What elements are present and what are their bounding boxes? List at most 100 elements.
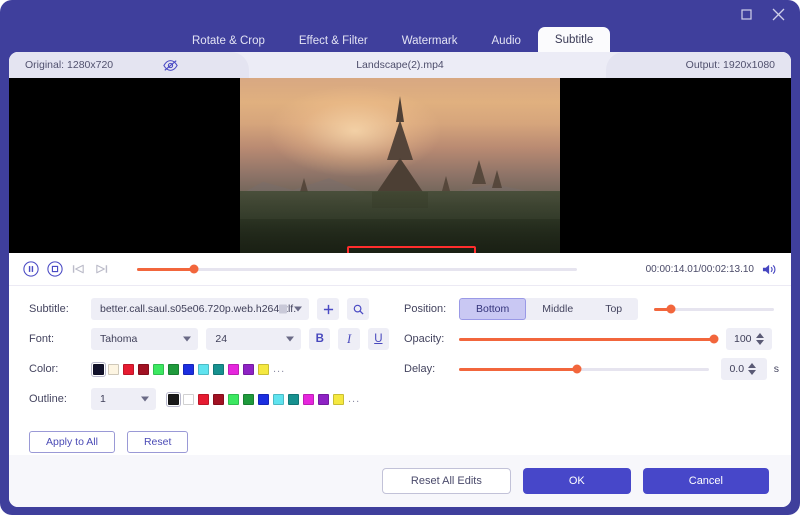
delay-stepper[interactable]: 0.0	[721, 358, 767, 380]
seek-bar[interactable]	[137, 262, 577, 276]
color-swatch-6[interactable]	[183, 363, 194, 375]
maximize-icon[interactable]	[738, 6, 754, 22]
stepper-down-icon[interactable]	[755, 340, 764, 345]
color-swatch-1[interactable]	[108, 363, 119, 375]
position-slider-track[interactable]	[654, 304, 775, 314]
outline-width-select[interactable]: 1	[91, 388, 156, 410]
font-family-select[interactable]: Tahoma	[91, 328, 199, 350]
color-swatch-8[interactable]	[213, 363, 224, 375]
delay-slider[interactable]	[459, 362, 710, 376]
outline-swatch-3[interactable]	[213, 393, 224, 405]
font-size-select[interactable]: 24	[206, 328, 302, 350]
opacity-slider-handle[interactable]	[709, 334, 719, 344]
editor-window: Rotate & Crop Effect & Filter Watermark …	[0, 0, 800, 515]
stop-circle-icon[interactable]	[47, 261, 63, 277]
color-swatch-0[interactable]	[91, 361, 106, 377]
position-row: Position: Bottom Middle Top	[404, 296, 779, 322]
outline-swatch-8[interactable]	[288, 393, 299, 405]
position-label: Position:	[404, 303, 447, 315]
tab-rotate-crop[interactable]: Rotate & Crop	[175, 28, 282, 53]
outline-swatch-list[interactable]	[166, 391, 344, 407]
delay-value: 0.0	[729, 363, 745, 375]
volume-icon[interactable]	[762, 263, 777, 276]
close-icon[interactable]	[770, 6, 786, 22]
stepper-up-icon[interactable]	[748, 363, 757, 368]
color-swatch-4[interactable]	[153, 363, 164, 375]
color-swatch-11[interactable]	[258, 363, 269, 375]
outline-width-value: 1	[100, 393, 106, 405]
opacity-slider-fill	[459, 337, 714, 341]
subtitle-label: Subtitle:	[29, 303, 69, 315]
color-swatch-list[interactable]	[91, 361, 269, 377]
color-swatch-5[interactable]	[168, 363, 179, 375]
outline-swatch-1[interactable]	[183, 393, 194, 405]
position-option-top[interactable]: Top	[589, 298, 638, 320]
position-slider[interactable]	[654, 302, 775, 316]
ok-button[interactable]: OK	[522, 468, 631, 494]
delay-slider-track[interactable]	[459, 364, 710, 374]
tab-watermark[interactable]: Watermark	[385, 28, 475, 53]
subtitle-overlay-box[interactable]: No. And I don't want to, please let's...	[347, 246, 476, 253]
position-slider-handle[interactable]	[666, 304, 676, 314]
distant-pagoda	[472, 160, 486, 184]
color-swatch-9[interactable]	[228, 363, 239, 375]
outline-swatch-4[interactable]	[228, 393, 239, 405]
reset-all-edits-button[interactable]: Reset All Edits	[381, 468, 511, 494]
opacity-label: Opacity:	[404, 333, 445, 345]
reset-button[interactable]: Reset	[126, 431, 189, 453]
color-swatch-10[interactable]	[243, 363, 254, 375]
position-option-bottom[interactable]: Bottom	[459, 298, 527, 320]
previous-frame-icon[interactable]	[71, 262, 86, 276]
search-subtitle-button[interactable]	[347, 298, 369, 320]
color-swatch-2[interactable]	[123, 363, 134, 375]
seek-handle[interactable]	[189, 264, 199, 274]
stepper-down-icon[interactable]	[748, 370, 757, 375]
outline-swatch-0[interactable]	[166, 391, 181, 407]
color-swatch-3[interactable]	[138, 363, 149, 375]
opacity-stepper-arrows[interactable]	[755, 333, 764, 345]
opacity-stepper[interactable]: 100	[726, 328, 772, 350]
outline-swatch-5[interactable]	[243, 393, 254, 405]
outline-swatch-6[interactable]	[258, 393, 269, 405]
settings-right-column: Position: Bottom Middle Top Opacity: 100…	[404, 296, 779, 386]
outline-swatch-11[interactable]	[333, 393, 344, 405]
outline-swatch-10[interactable]	[318, 393, 329, 405]
title-bar	[0, 0, 800, 28]
color-swatch-7[interactable]	[198, 363, 209, 375]
position-segmented-control[interactable]: Bottom Middle Top	[459, 298, 639, 320]
delay-stepper-arrows[interactable]	[748, 363, 757, 375]
outline-swatch-9[interactable]	[303, 393, 314, 405]
tab-audio[interactable]: Audio	[475, 28, 538, 53]
outline-swatch-7[interactable]	[273, 393, 284, 405]
tab-effect-filter[interactable]: Effect & Filter	[282, 28, 385, 53]
opacity-slider[interactable]	[459, 332, 719, 346]
pause-circle-icon[interactable]	[23, 261, 39, 277]
seek-track[interactable]	[137, 264, 577, 274]
seek-fill	[137, 267, 195, 271]
distant-pagoda	[442, 176, 450, 191]
settings-action-buttons: Apply to All Reset	[29, 431, 189, 453]
italic-button[interactable]: I	[338, 328, 360, 350]
video-preview-area: No. And I don't want to, please let's...	[9, 78, 791, 253]
subtitle-row: Subtitle: better.call.saul.s05e06.720p.w…	[29, 296, 389, 322]
cancel-button[interactable]: Cancel	[642, 468, 769, 494]
opacity-slider-track[interactable]	[459, 334, 719, 344]
eye-off-icon[interactable]	[163, 59, 178, 72]
tab-bar: Rotate & Crop Effect & Filter Watermark …	[0, 26, 800, 53]
more-colors-button[interactable]: ...	[273, 363, 285, 375]
delay-slider-handle[interactable]	[572, 364, 582, 374]
add-subtitle-button[interactable]	[317, 298, 339, 320]
tab-subtitle[interactable]: Subtitle	[537, 27, 611, 53]
bold-button[interactable]: B	[309, 328, 331, 350]
main-panel: Original: 1280x720 Landscape(2).mp4 Outp…	[9, 52, 791, 507]
underline-button[interactable]: U	[367, 328, 389, 350]
apply-to-all-button[interactable]: Apply to All	[29, 431, 115, 453]
output-resolution-label: Output: 1920x1080	[685, 59, 775, 71]
position-option-middle[interactable]: Middle	[526, 298, 589, 320]
info-bar-left: Original: 1280x720	[9, 52, 249, 78]
more-outline-colors-button[interactable]: ...	[348, 393, 360, 405]
stepper-up-icon[interactable]	[755, 333, 764, 338]
subtitle-select[interactable]: better.call.saul.s05e06.720p.web.h264-xl…	[91, 298, 309, 320]
outline-swatch-2[interactable]	[198, 393, 209, 405]
next-frame-icon[interactable]	[94, 262, 109, 276]
